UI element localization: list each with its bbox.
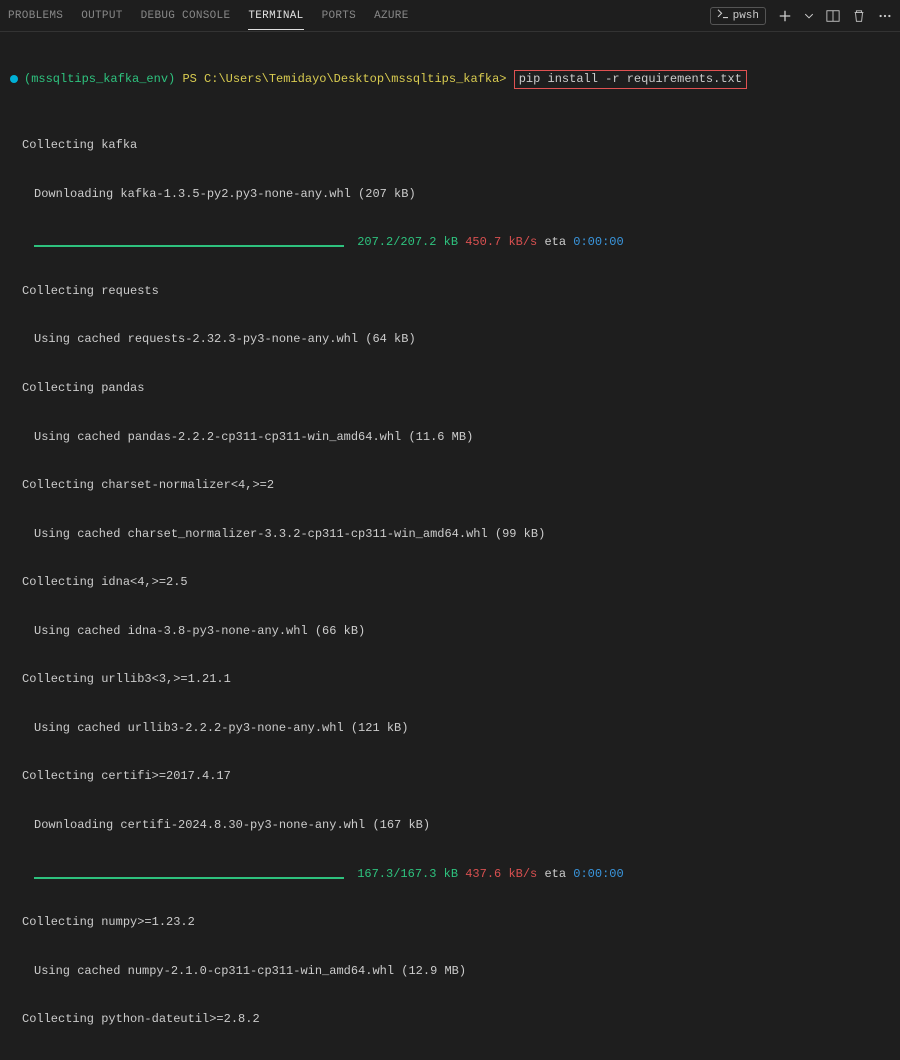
progress-speed: 450.7 kB/s: [465, 234, 537, 250]
output-line: Collecting kafka: [10, 137, 890, 153]
kill-terminal-button[interactable]: [852, 9, 866, 23]
tab-problems[interactable]: PROBLEMS: [8, 3, 63, 29]
progress-bar: [34, 877, 344, 879]
progress-eta-label: eta: [544, 866, 566, 882]
terminal-output[interactable]: (mssqltips_kafka_env) PS C:\Users\Temida…: [0, 32, 900, 1060]
output-line: Using cached requests-2.32.3-py3-none-an…: [10, 331, 890, 347]
output-line: Downloading kafka-1.3.5-py2.py3-none-any…: [10, 186, 890, 202]
output-line: Collecting pandas: [10, 380, 890, 396]
output-line: Downloading certifi-2024.8.30-py3-none-a…: [10, 817, 890, 833]
tab-terminal[interactable]: TERMINAL: [248, 3, 303, 29]
output-line: Using cached urllib3-2.2.2-py3-none-any.…: [10, 720, 890, 736]
panel-tab-bar: PROBLEMS OUTPUT DEBUG CONSOLE TERMINAL P…: [0, 0, 900, 32]
tab-debug-console[interactable]: DEBUG CONSOLE: [141, 3, 231, 29]
progress-eta: 0:00:00: [573, 866, 623, 882]
prompt-sep: >: [499, 71, 506, 87]
prompt-line: (mssqltips_kafka_env) PS C:\Users\Temida…: [10, 70, 890, 88]
output-line: Collecting urllib3<3,>=1.21.1: [10, 671, 890, 687]
progress-size: 167.3/167.3 kB: [357, 866, 458, 882]
status-dot-icon: [10, 75, 18, 83]
tab-output[interactable]: OUTPUT: [81, 3, 122, 29]
output-line: Collecting numpy>=1.23.2: [10, 914, 890, 930]
shell-name: pwsh: [733, 10, 759, 22]
progress-size: 207.2/207.2 kB: [357, 234, 458, 250]
output-line: Using cached idna-3.8-py3-none-any.whl (…: [10, 623, 890, 639]
command-input: pip install -r requirements.txt: [514, 70, 747, 88]
tab-list: PROBLEMS OUTPUT DEBUG CONSOLE TERMINAL P…: [8, 3, 710, 29]
progress-row: 167.3/167.3 kB 437.6 kB/s eta 0:00:00: [10, 866, 890, 882]
chevron-down-icon[interactable]: [804, 11, 814, 21]
progress-row: 207.2/207.2 kB 450.7 kB/s eta 0:00:00: [10, 234, 890, 250]
shell-selector[interactable]: pwsh: [710, 7, 766, 25]
progress-bar: [34, 245, 344, 247]
progress-eta: 0:00:00: [573, 234, 623, 250]
more-actions-button[interactable]: [878, 9, 892, 23]
ps-label: PS: [182, 71, 196, 87]
progress-eta-label: eta: [544, 234, 566, 250]
new-terminal-button[interactable]: [778, 9, 792, 23]
cwd-path: C:\Users\Temidayo\Desktop\mssqltips_kafk…: [204, 71, 499, 87]
output-line: Collecting certifi>=2017.4.17: [10, 768, 890, 784]
split-terminal-button[interactable]: [826, 9, 840, 23]
tab-actions: pwsh: [710, 7, 892, 25]
progress-speed: 437.6 kB/s: [465, 866, 537, 882]
output-line: Using cached charset_normalizer-3.3.2-cp…: [10, 526, 890, 542]
output-line: Collecting requests: [10, 283, 890, 299]
virtualenv-name: (mssqltips_kafka_env): [24, 71, 175, 87]
tab-ports[interactable]: PORTS: [322, 3, 357, 29]
output-line: Collecting python-dateutil>=2.8.2: [10, 1011, 890, 1027]
output-line: Collecting charset-normalizer<4,>=2: [10, 477, 890, 493]
output-line: Using cached numpy-2.1.0-cp311-cp311-win…: [10, 963, 890, 979]
tab-azure[interactable]: AZURE: [374, 3, 409, 29]
terminal-icon: [717, 9, 729, 23]
output-line: Collecting idna<4,>=2.5: [10, 574, 890, 590]
output-line: Using cached pandas-2.2.2-cp311-cp311-wi…: [10, 429, 890, 445]
